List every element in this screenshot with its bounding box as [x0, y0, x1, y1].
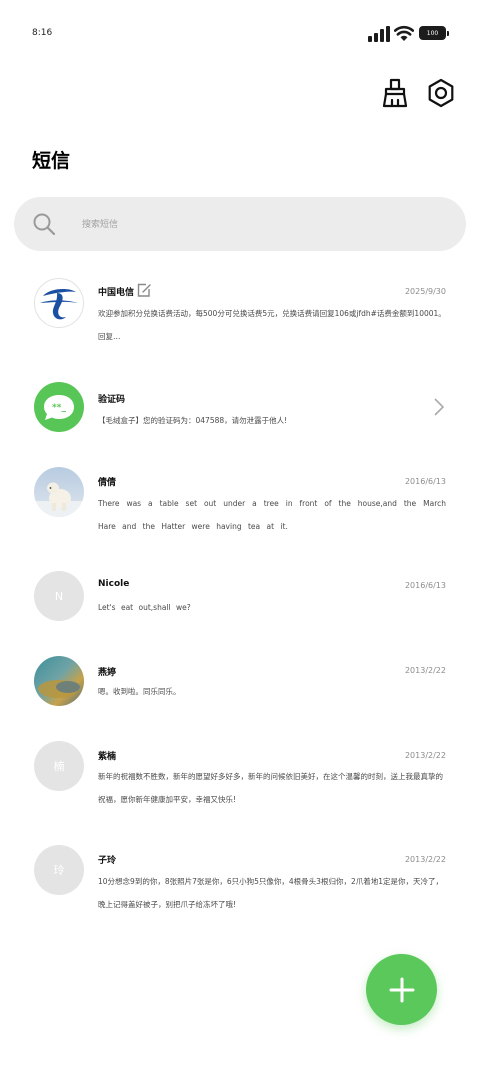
battery-level: 100	[426, 29, 439, 37]
edit-icon[interactable]	[136, 282, 152, 298]
message-date: 2013/2/22	[404, 666, 446, 675]
message-preview: There was a table set out under a tree i…	[98, 499, 446, 531]
message-date: 2013/2/22	[404, 855, 446, 864]
message-preview: 欢迎参加积分兑换话费活动，每500分可兑换话费5元，兑换话费请回复106或jfd…	[98, 309, 446, 341]
sender-name: 子玲	[98, 856, 117, 866]
svg-text:**_: **_	[52, 403, 66, 413]
message-date: 2016/6/13	[404, 581, 446, 590]
message-item-china-telecom[interactable]: 中国电信 2025/9/30 欢迎参加积分兑换话费活动，每500分可兑换话费5元…	[0, 278, 480, 352]
message-preview: 新年的祝福数不胜数，新年的愿望好多好多，新年的问候依旧美好，在这个温馨的时刻，送…	[98, 772, 443, 804]
clean-button[interactable]	[378, 76, 412, 110]
message-preview: Let's eat out,shall we?	[98, 603, 191, 612]
signal-icon	[368, 26, 390, 42]
landscape-photo	[34, 656, 84, 706]
plus-icon	[389, 977, 414, 1002]
avatar: 玲	[34, 845, 84, 895]
message-item-yanting[interactable]: 燕婷 2013/2/22 嗯。收到啦。同乐同乐。	[0, 656, 480, 706]
message-item-verification[interactable]: **_ 验证码 【毛绒盒子】您的验证码为：047588，请勿泄露于他人!	[0, 382, 480, 432]
broom-icon	[382, 78, 408, 108]
settings-button[interactable]	[424, 76, 458, 110]
sender-name: 燕婷	[98, 668, 117, 678]
avatar	[34, 467, 84, 517]
avatar: 楠	[34, 741, 84, 791]
top-actions	[378, 76, 458, 112]
settings-hex-icon	[428, 78, 454, 108]
message-date: 2025/9/30	[404, 287, 446, 296]
sender-name: 倩倩	[98, 478, 117, 488]
sender-name: Nicole	[98, 579, 130, 589]
message-item-ziling[interactable]: 玲 子玲 2013/2/22 10分想念9到的你，8张照片7张是你，6只小狗5只…	[0, 845, 480, 919]
avatar	[34, 278, 84, 328]
search-icon	[33, 213, 56, 236]
message-preview: 【毛绒盒子】您的验证码为：047588，请勿泄露于他人!	[98, 416, 288, 425]
page-title: 短信	[32, 150, 71, 172]
polar-bear-photo	[34, 467, 84, 517]
message-item-nicole[interactable]: N Nicole 2016/6/13 Let's eat out,shall w…	[0, 571, 480, 621]
avatar: **_	[34, 382, 84, 432]
battery-icon: 100	[419, 26, 449, 40]
avatar	[34, 656, 84, 706]
avatar: N	[34, 571, 84, 621]
message-item-qianqian[interactable]: 倩倩 2016/6/13 There was a table set out u…	[0, 467, 480, 541]
status-bar: 8:16 100	[0, 0, 480, 66]
sender-name: 中国电信	[98, 288, 135, 298]
wifi-icon	[394, 25, 414, 41]
message-preview: 嗯。收到啦。同乐同乐。	[98, 687, 181, 696]
message-date: 2013/2/22	[404, 751, 446, 760]
verification-code-icon: **_	[44, 395, 74, 420]
sender-name: 验证码	[98, 395, 126, 405]
status-time: 8:16	[32, 28, 53, 38]
china-telecom-logo	[40, 288, 78, 320]
chevron-right-icon	[434, 398, 445, 416]
message-preview: 10分想念9到的你，8张照片7张是你，6只小狗5只像你，4根骨头3根归你，2爪着…	[98, 877, 443, 909]
search-input[interactable]	[82, 215, 442, 235]
sender-name: 紫楠	[98, 752, 117, 762]
new-message-button[interactable]	[366, 954, 437, 1025]
message-item-zinan[interactable]: 楠 紫楠 2013/2/22 新年的祝福数不胜数，新年的愿望好多好多，新年的问候…	[0, 741, 480, 815]
message-date: 2016/6/13	[404, 477, 446, 486]
search-bar[interactable]	[14, 197, 466, 251]
